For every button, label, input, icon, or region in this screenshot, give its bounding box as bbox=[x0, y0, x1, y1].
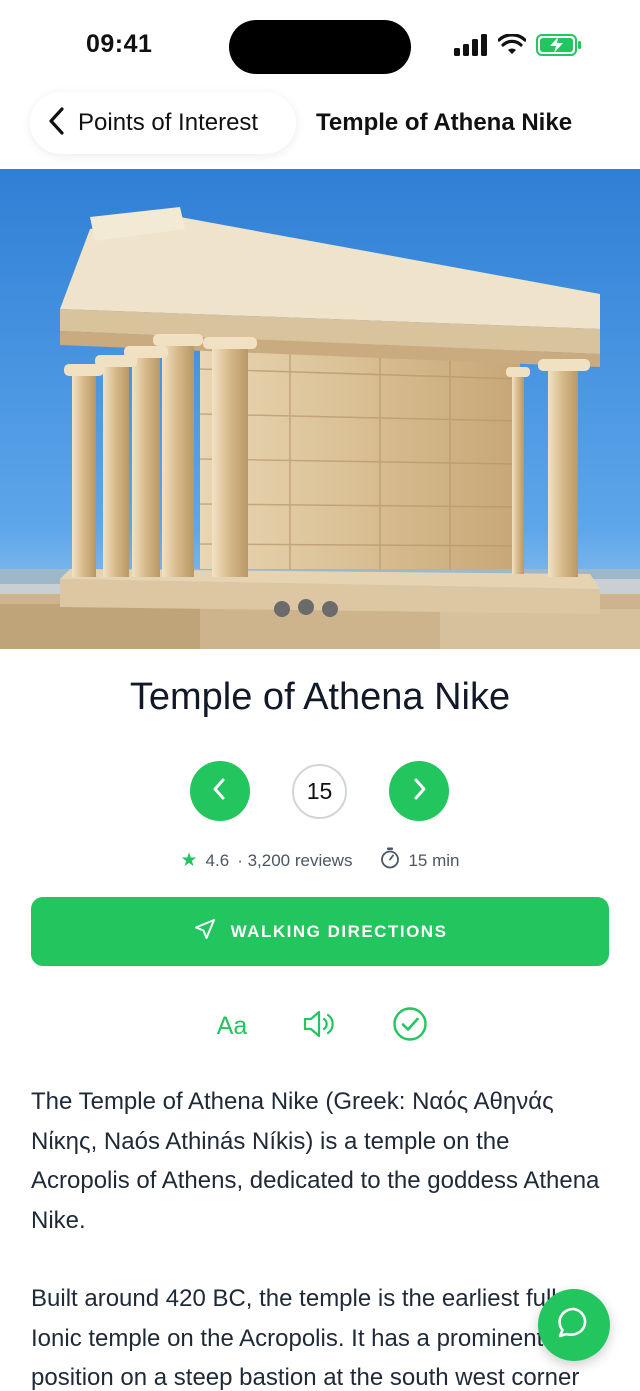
walking-directions-button[interactable]: WALKING DIRECTIONS bbox=[31, 897, 609, 966]
previous-poi-button[interactable] bbox=[190, 761, 250, 821]
signal-icon bbox=[454, 34, 488, 61]
chat-bubble-icon bbox=[556, 1305, 592, 1346]
read-aloud-button[interactable] bbox=[300, 1004, 340, 1048]
back-button[interactable]: Points of Interest bbox=[30, 92, 296, 154]
back-label: Points of Interest bbox=[78, 109, 259, 136]
hero-image bbox=[0, 169, 640, 649]
next-poi-button[interactable] bbox=[389, 761, 449, 821]
check-circle-icon bbox=[392, 1006, 428, 1047]
review-count: · 3,200 reviews bbox=[237, 850, 353, 870]
navigation-arrow-icon bbox=[193, 917, 217, 946]
chevron-left-icon bbox=[209, 776, 231, 807]
star-icon: ★ bbox=[180, 850, 198, 871]
duration-value: 15 min bbox=[408, 850, 460, 870]
rating-value: 4.6 bbox=[205, 850, 230, 870]
description-paragraph: Built around 420 BC, the temple is the e… bbox=[31, 1285, 580, 1391]
chevron-right-icon bbox=[408, 776, 430, 807]
dynamic-island bbox=[229, 20, 411, 74]
mark-visited-button[interactable] bbox=[390, 1004, 430, 1048]
text-size-button[interactable]: Aa bbox=[210, 1004, 254, 1048]
poi-page-number: 15 bbox=[292, 764, 347, 819]
poi-title: Temple of Athena Nike bbox=[129, 676, 511, 718]
walking-directions-label: WALKING DIRECTIONS bbox=[230, 921, 448, 941]
poi-description: The Temple of Athena Nike (Greek: Ναός Α… bbox=[31, 1082, 611, 1391]
status-bar: 09:41 bbox=[0, 0, 640, 92]
chat-button[interactable] bbox=[538, 1289, 610, 1361]
poi-pager: 15 bbox=[0, 761, 640, 821]
reading-tools: Aa bbox=[0, 1004, 640, 1048]
navigation-bar: Points of Interest Temple of Athena Nike bbox=[0, 92, 640, 168]
speaker-icon bbox=[302, 1009, 338, 1044]
stopwatch-icon bbox=[380, 847, 400, 874]
poi-meta: ★ 4.6 · 3,200 reviews 15 min bbox=[0, 847, 640, 874]
wifi-icon bbox=[497, 33, 527, 61]
description-paragraph: The Temple of Athena Nike (Greek: Ναός Α… bbox=[31, 1088, 600, 1234]
status-icons bbox=[454, 33, 582, 61]
chevron-left-icon bbox=[46, 106, 68, 141]
status-time: 09:41 bbox=[86, 30, 153, 58]
nav-title: Temple of Athena Nike bbox=[316, 109, 573, 136]
battery-charging-icon bbox=[536, 34, 582, 61]
text-size-label: Aa bbox=[216, 1011, 248, 1040]
